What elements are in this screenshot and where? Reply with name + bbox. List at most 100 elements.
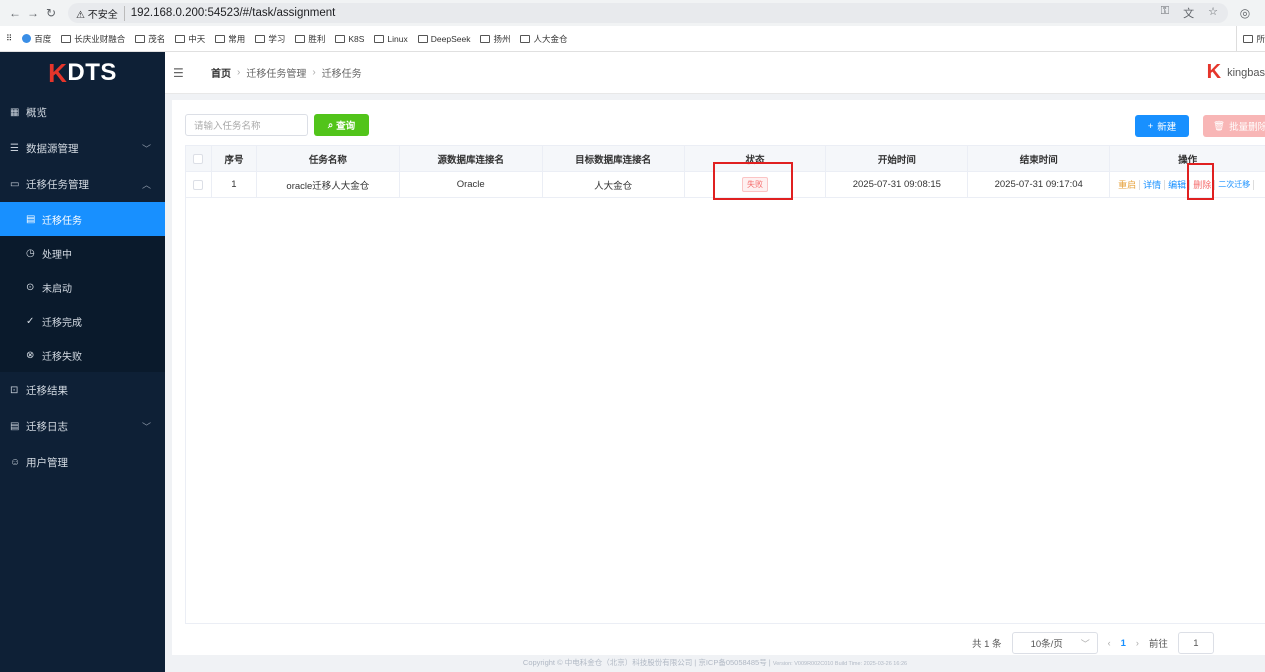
insecure-label: 不安全 — [87, 9, 118, 21]
sidebar-item-users[interactable]: ☺ 用户管理 — [0, 444, 165, 480]
sidebar-item-results[interactable]: ⊡ 迁移结果 — [0, 372, 165, 408]
chevron-down-icon: ﹀ — [141, 421, 151, 432]
column-header: 任务名称 — [257, 146, 400, 171]
baidu-icon — [22, 34, 32, 43]
folder-icon — [255, 34, 266, 43]
folder-icon — [335, 34, 346, 43]
bookmark-label: 茂名 — [148, 33, 166, 44]
task-table: 序号 任务名称 源数据库连接名 目标数据库连接名 状态 开始时间 结束时间 操作… — [185, 145, 1265, 624]
version-text: Version: V009R002C010 Build Time: 2025-0… — [772, 661, 908, 667]
bookmark-folder[interactable]: 扬州 — [480, 33, 510, 45]
sidebar-item-overview[interactable]: ▦ 概览 — [0, 94, 165, 130]
sidebar-subitem-completed[interactable]: ✓ 迁移完成 — [0, 304, 165, 338]
bookmark-label: 中天 — [188, 33, 206, 44]
breadcrumb-item: 迁移任务管理 — [246, 69, 307, 80]
bookmark-baidu[interactable]: 百度 — [22, 33, 51, 45]
url-text: 192.168.0.200:54523/#/task/assignment — [130, 7, 336, 19]
sidebar-subitem-failed[interactable]: ⊗ 迁移失败 — [0, 338, 165, 372]
url-field[interactable]: ⚠ 不安全 192.168.0.200:54523/#/task/assignm… — [68, 3, 1228, 23]
breadcrumb-home[interactable]: 首页 — [211, 65, 231, 80]
task-name: oracle迁移人大金仓 — [257, 172, 400, 197]
folder-icon — [135, 34, 146, 43]
column-header: 开始时间 — [826, 146, 969, 171]
task-name-search-input[interactable]: 请输入任务名称 — [185, 114, 308, 136]
start-time: 2025-07-31 09:08:15 — [826, 172, 969, 197]
sidebar-item-label: 数据源管理 — [26, 142, 79, 155]
sidebar-subitem-processing[interactable]: ◷ 处理中 — [0, 236, 165, 270]
chevron-up-icon: ︿ — [141, 179, 151, 190]
bookmark-folder[interactable]: Linux — [374, 33, 408, 44]
column-header: 目标数据库连接名 — [543, 146, 685, 171]
back-icon[interactable]: ← — [6, 6, 24, 20]
insecure-badge[interactable]: ⚠ 不安全 — [76, 5, 125, 21]
play-icon: ⊙ — [26, 281, 35, 293]
profile-icon[interactable]: ◎ — [1236, 6, 1254, 20]
folder-icon — [374, 34, 385, 43]
bulk-delete-button[interactable]: 🗑 批量删除 — [1203, 115, 1265, 137]
bookmark-folder[interactable]: DeepSeek — [417, 33, 471, 44]
detail-link[interactable]: 详情 — [1140, 179, 1166, 190]
folder-icon — [1243, 35, 1254, 43]
sidebar-item-label: 迁移日志 — [26, 420, 68, 433]
sidebar-subitem-not-started[interactable]: ⊙ 未启动 — [0, 270, 165, 304]
apps-icon[interactable]: ⠿ — [6, 33, 12, 44]
key-icon[interactable]: ⚿ — [1161, 5, 1169, 21]
forward-icon[interactable]: → — [24, 6, 42, 20]
menu-toggle-icon[interactable]: ☰ — [173, 66, 201, 80]
restart-link[interactable]: 重启 — [1118, 179, 1141, 190]
star-icon[interactable]: ☆ — [1208, 5, 1218, 21]
reload-icon[interactable]: ↻ — [42, 6, 60, 20]
pagination: 共 1 条 10条/页 ﹀ ‹ 1 › 前往 1 — [972, 632, 1214, 654]
sidebar-item-datasource[interactable]: ☰ 数据源管理 ﹀ — [0, 130, 165, 166]
page-size-select[interactable]: 10条/页 ﹀ — [1011, 632, 1098, 654]
folder-icon: ▭ — [10, 178, 20, 190]
second-migration-link[interactable]: 二次迁移 — [1215, 179, 1255, 190]
prev-page-icon[interactable]: ‹ — [1108, 638, 1111, 648]
url-actions: ⚿ 文 ☆ — [1161, 5, 1228, 21]
brand-logo: K kingbas — [1207, 61, 1265, 84]
bookmark-folder[interactable]: 学习 — [255, 33, 285, 45]
sidebar-item-task-management[interactable]: ▭ 迁移任务管理 ︿ — [0, 166, 165, 202]
bookmark-label: DeepSeek — [430, 33, 471, 44]
brand-text: kingbas — [1227, 66, 1265, 79]
bulk-delete-label: 批量删除 — [1229, 122, 1265, 133]
total-count: 共 1 条 — [972, 639, 1002, 650]
bookmark-label: 常用 — [228, 33, 246, 44]
bookmark-folder[interactable]: 常用 — [215, 33, 245, 45]
sidebar-item-label: 概览 — [26, 106, 47, 119]
query-button[interactable]: ⌕ 查询 — [314, 114, 369, 136]
search-icon: ⌕ — [327, 119, 334, 131]
app-logo: K DTS — [0, 52, 165, 94]
bookmark-label: K8S — [348, 33, 365, 44]
translate-icon[interactable]: 文 — [1183, 5, 1194, 21]
goto-page-input[interactable]: 1 — [1177, 632, 1214, 654]
bookmark-folder[interactable]: 中天 — [175, 33, 205, 45]
bookmark-label: Linux — [387, 33, 408, 44]
row-checkbox[interactable] — [193, 179, 204, 190]
bookmark-folder[interactable]: 长庆业财融合 — [61, 33, 125, 45]
highlight-box-status — [713, 162, 793, 200]
sidebar-item-label: 迁移完成 — [42, 317, 82, 329]
sidebar-item-logs[interactable]: ▤ 迁移日志 ﹀ — [0, 408, 165, 444]
current-page[interactable]: 1 — [1121, 638, 1126, 649]
select-all-checkbox[interactable] — [193, 153, 204, 164]
sidebar-item-label: 处理中 — [42, 249, 72, 261]
bookmark-folder[interactable]: 胜利 — [295, 33, 325, 45]
bookmark-folder[interactable]: 人大金仓 — [520, 33, 567, 45]
grid-icon: ▦ — [10, 106, 20, 118]
folder-icon — [417, 34, 428, 43]
bookmark-label: 扬州 — [493, 33, 511, 44]
next-page-icon[interactable]: › — [1136, 638, 1139, 648]
logo-k: K — [48, 57, 68, 88]
goto-label: 前往 — [1148, 639, 1168, 650]
bookmark-folder-all[interactable]: 所 — [1236, 26, 1265, 51]
bookmark-folder[interactable]: 茂名 — [135, 33, 165, 45]
bookmark-label: 胜利 — [308, 33, 326, 44]
new-task-button[interactable]: + 新建 — [1135, 115, 1189, 137]
bookmark-folder[interactable]: K8S — [335, 34, 364, 44]
sidebar-item-label: 迁移失败 — [42, 351, 82, 363]
page-size-value: 10条/页 — [1030, 639, 1063, 650]
breadcrumb-current: 迁移任务 — [321, 69, 362, 80]
sidebar-subitem-tasks[interactable]: ▤ 迁移任务 — [0, 202, 165, 236]
breadcrumb: 首页 › 迁移任务管理 › 迁移任务 — [211, 65, 362, 80]
